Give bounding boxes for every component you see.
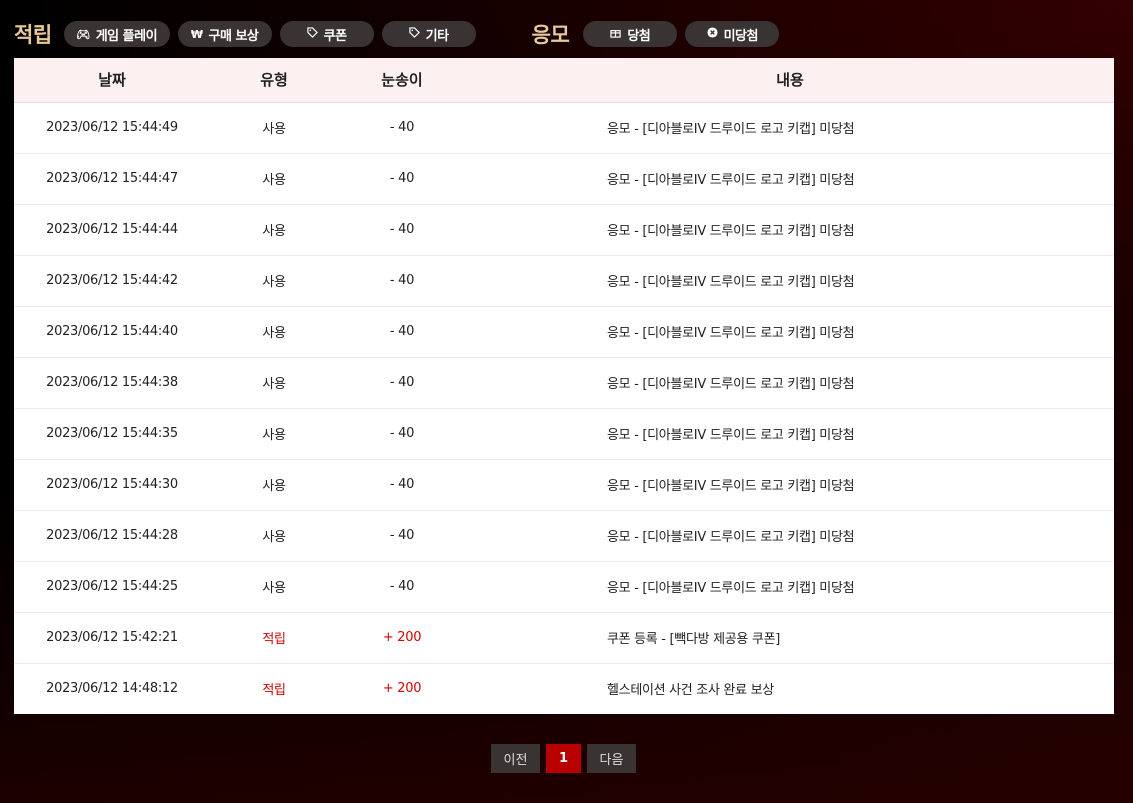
row-amount: + 200 bbox=[382, 630, 422, 645]
row-type: 사용 bbox=[262, 326, 286, 341]
row-date: 2023/06/12 15:44:44 bbox=[46, 222, 178, 237]
row-content: 응모 - [디아블로IV 드루이드 로고 키캡] 미당첨 bbox=[607, 377, 855, 392]
row-type: 적립 bbox=[262, 632, 286, 647]
history-table: 날짜 유형 눈송이 내용 2023/06/12 15:44:49 사용 - 40 응모… bbox=[14, 58, 1114, 714]
row-date: 2023/06/12 15:44:30 bbox=[46, 477, 178, 492]
header-date: 날짜 bbox=[14, 58, 210, 103]
row-amount: - 40 bbox=[389, 426, 415, 441]
table-header-row: 날짜 유형 눈송이 내용 bbox=[14, 58, 1114, 103]
row-content: 헬스테이션 사건 조사 완료 보상 bbox=[607, 683, 774, 699]
filter-label: 게임 플레이 bbox=[95, 28, 158, 44]
row-type: 사용 bbox=[262, 224, 286, 239]
row-content: 응모 - [디아블로IV 드루이드 로고 키캡] 미당첨 bbox=[607, 173, 855, 188]
table-row: 2023/06/12 15:44:42 사용 - 40 응모 - [디아블로IV 드루… bbox=[14, 255, 1114, 306]
table-row: 2023/06/12 14:48:12 적립 + 200 헬스테이션 사건 조사 완료… bbox=[14, 663, 1114, 714]
current-page-button[interactable]: 1 bbox=[546, 744, 581, 773]
row-type: 사용 bbox=[262, 173, 286, 188]
filter-lose-button[interactable]: 미당첨 bbox=[685, 21, 780, 47]
row-content: 응모 - [디아블로IV 드루이드 로고 키캡] 미당첨 bbox=[607, 428, 855, 443]
pagination: 이전 1 다음 bbox=[491, 744, 636, 773]
table-row: 2023/06/12 15:42:21 적립 + 200 쿠폰 등록 - [빽다방 제… bbox=[14, 612, 1114, 663]
filter-label: 구매 보상 bbox=[208, 28, 259, 44]
table-row: 2023/06/12 15:44:44 사용 - 40 응모 - [디아블로IV 드루… bbox=[14, 204, 1114, 255]
header-content: 내용 bbox=[466, 58, 1114, 103]
row-amount: - 40 bbox=[389, 375, 415, 390]
row-date: 2023/06/12 15:44:47 bbox=[46, 171, 178, 186]
table-row: 2023/06/12 15:44:28 사용 - 40 응모 - [디아블로IV 드루… bbox=[14, 510, 1114, 561]
tag-icon bbox=[306, 27, 318, 41]
filter-label: 당첨 bbox=[627, 28, 651, 44]
row-type: 사용 bbox=[262, 479, 286, 494]
prev-page-button[interactable]: 이전 bbox=[491, 744, 540, 773]
row-type: 사용 bbox=[262, 581, 286, 596]
filter-label: 쿠폰 bbox=[323, 28, 347, 44]
row-amount: - 40 bbox=[389, 222, 415, 237]
row-date: 2023/06/12 15:44:42 bbox=[46, 273, 178, 288]
row-amount: - 40 bbox=[389, 324, 415, 339]
row-amount: - 40 bbox=[389, 528, 415, 543]
table-row: 2023/06/12 15:44:30 사용 - 40 응모 - [디아블로IV 드루… bbox=[14, 459, 1114, 510]
row-type: 사용 bbox=[262, 122, 286, 137]
row-amount: - 40 bbox=[389, 273, 415, 288]
header-type: 유형 bbox=[210, 58, 338, 103]
row-amount: - 40 bbox=[389, 477, 415, 492]
row-type: 사용 bbox=[262, 275, 286, 290]
row-amount: - 40 bbox=[389, 171, 415, 186]
row-date: 2023/06/12 15:44:25 bbox=[46, 579, 178, 594]
row-content: 응모 - [디아블로IV 드루이드 로고 키캡] 미당첨 bbox=[607, 122, 855, 137]
apply-group-title: 응모 bbox=[531, 22, 570, 47]
filter-bar: 적립 🎮︎ 게임 플레이 ₩ 구매 보상 쿠폰 기타 응모 당첨 미당첨 bbox=[14, 20, 787, 48]
table-row: 2023/06/12 15:44:25 사용 - 40 응모 - [디아블로IV 드루… bbox=[14, 561, 1114, 612]
filter-label: 기타 bbox=[425, 28, 449, 44]
row-type: 사용 bbox=[262, 377, 286, 392]
row-content: 응모 - [디아블로IV 드루이드 로고 키캡] 미당첨 bbox=[607, 530, 855, 545]
filter-label: 미당첨 bbox=[723, 28, 759, 44]
row-date: 2023/06/12 15:44:40 bbox=[46, 324, 178, 339]
row-type: 적립 bbox=[262, 683, 286, 699]
table-row: 2023/06/12 15:44:40 사용 - 40 응모 - [디아블로IV 드루… bbox=[14, 306, 1114, 357]
row-date: 2023/06/12 15:44:35 bbox=[46, 426, 178, 441]
row-amount: + 200 bbox=[382, 681, 422, 697]
row-date: 2023/06/12 15:42:21 bbox=[46, 630, 178, 645]
table-row: 2023/06/12 15:44:49 사용 - 40 응모 - [디아블로IV 드루… bbox=[14, 102, 1114, 153]
header-snowflake: 눈송이 bbox=[338, 58, 466, 103]
history-table-container: 날짜 유형 눈송이 내용 2023/06/12 15:44:49 사용 - 40 응모… bbox=[14, 58, 1114, 714]
next-page-button[interactable]: 다음 bbox=[587, 744, 636, 773]
filter-coupon-button[interactable]: 쿠폰 bbox=[279, 21, 374, 47]
row-date: 2023/06/12 14:48:12 bbox=[46, 681, 178, 697]
tag-icon bbox=[408, 27, 420, 41]
table-row: 2023/06/12 15:44:38 사용 - 40 응모 - [디아블로IV 드루… bbox=[14, 357, 1114, 408]
filter-purchase-reward-button[interactable]: ₩ 구매 보상 bbox=[177, 21, 272, 47]
row-content: 응모 - [디아블로IV 드루이드 로고 키캡] 미당첨 bbox=[607, 326, 855, 341]
row-type: 사용 bbox=[262, 530, 286, 545]
won-icon: ₩ bbox=[190, 27, 203, 41]
filter-win-button[interactable]: 당첨 bbox=[583, 21, 678, 47]
row-amount: - 40 bbox=[389, 120, 415, 135]
row-content: 응모 - [디아블로IV 드루이드 로고 키캡] 미당첨 bbox=[607, 275, 855, 290]
gamepad-icon: 🎮︎ bbox=[76, 27, 90, 41]
filter-game-play-button[interactable]: 🎮︎ 게임 플레이 bbox=[63, 21, 170, 47]
gift-icon bbox=[610, 27, 621, 41]
table-row: 2023/06/12 15:44:47 사용 - 40 응모 - [디아블로IV 드루… bbox=[14, 153, 1114, 204]
row-date: 2023/06/12 15:44:49 bbox=[46, 120, 178, 135]
filter-etc-button[interactable]: 기타 bbox=[381, 21, 476, 47]
table-row: 2023/06/12 15:44:35 사용 - 40 응모 - [디아블로IV 드루… bbox=[14, 408, 1114, 459]
row-amount: - 40 bbox=[389, 579, 415, 594]
x-circle-icon bbox=[707, 27, 718, 41]
row-content: 응모 - [디아블로IV 드루이드 로고 키캡] 미당첨 bbox=[607, 224, 855, 239]
row-date: 2023/06/12 15:44:38 bbox=[46, 375, 178, 390]
row-content: 응모 - [디아블로IV 드루이드 로고 키캡] 미당첨 bbox=[607, 581, 855, 596]
table-body: 2023/06/12 15:44:49 사용 - 40 응모 - [디아블로IV 드루… bbox=[14, 102, 1114, 714]
row-content: 응모 - [디아블로IV 드루이드 로고 키캡] 미당첨 bbox=[607, 479, 855, 494]
earn-group-title: 적립 bbox=[14, 22, 52, 47]
row-type: 사용 bbox=[262, 428, 286, 443]
row-content: 쿠폰 등록 - [빽다방 제공용 쿠폰] bbox=[607, 632, 781, 647]
row-date: 2023/06/12 15:44:28 bbox=[46, 528, 178, 543]
